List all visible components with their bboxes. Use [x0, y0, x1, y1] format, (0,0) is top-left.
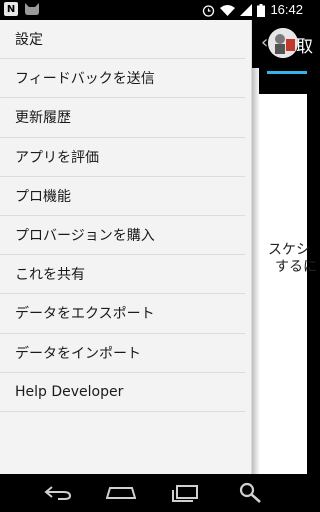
- drawer-item-help-developer[interactable]: Help Developer: [0, 373, 245, 412]
- back-icon: [44, 486, 72, 500]
- empty-message-line2: するに: [275, 259, 317, 275]
- drawer-item-pro-features[interactable]: プロ機能: [0, 177, 245, 216]
- drawer-item-changelog[interactable]: 更新履歴: [0, 98, 245, 138]
- app-avatar[interactable]: [268, 28, 298, 58]
- home-button[interactable]: [106, 482, 136, 504]
- drawer-item-share[interactable]: これを共有: [0, 255, 245, 295]
- drawer-item-buy-pro[interactable]: プロバージョンを購入: [0, 216, 245, 256]
- clock: 16:42: [270, 2, 303, 17]
- search-icon: [239, 482, 261, 503]
- tab-indicator: [267, 71, 307, 74]
- system-nav-bar: [0, 474, 307, 512]
- wifi-icon: [220, 5, 236, 16]
- search-button[interactable]: [235, 482, 265, 504]
- back-button[interactable]: [43, 482, 73, 504]
- app-title: 取: [296, 37, 313, 57]
- drawer-item-import-data[interactable]: データをインポート: [0, 334, 245, 373]
- home-icon: [106, 487, 136, 499]
- drawer-item-settings[interactable]: 設定: [0, 20, 245, 60]
- alarm-icon: [203, 4, 215, 17]
- drawer-shadow: [252, 20, 260, 474]
- signal-icon: [240, 4, 253, 16]
- recent-apps-button[interactable]: [170, 482, 200, 504]
- drawer-item-rate-app[interactable]: アプリを評価: [0, 138, 245, 177]
- drawer-item-export-data[interactable]: データをエクスポート: [0, 294, 245, 334]
- n-badge-icon: N: [4, 2, 18, 16]
- navigation-drawer: 設定 フィードバックを送信 更新履歴 アプリを評価 プロ機能 プロバージョンを購…: [0, 20, 252, 474]
- drawer-item-feedback[interactable]: フィードバックを送信: [0, 59, 245, 99]
- cat-icon: [25, 3, 39, 15]
- battery-icon: [257, 3, 266, 17]
- drawer-menu: 設定 フィードバックを送信 更新履歴 アプリを評価 プロ機能 プロバージョンを購…: [0, 20, 251, 412]
- status-bar: N 16:42: [0, 0, 307, 20]
- recent-apps-icon: [172, 485, 198, 502]
